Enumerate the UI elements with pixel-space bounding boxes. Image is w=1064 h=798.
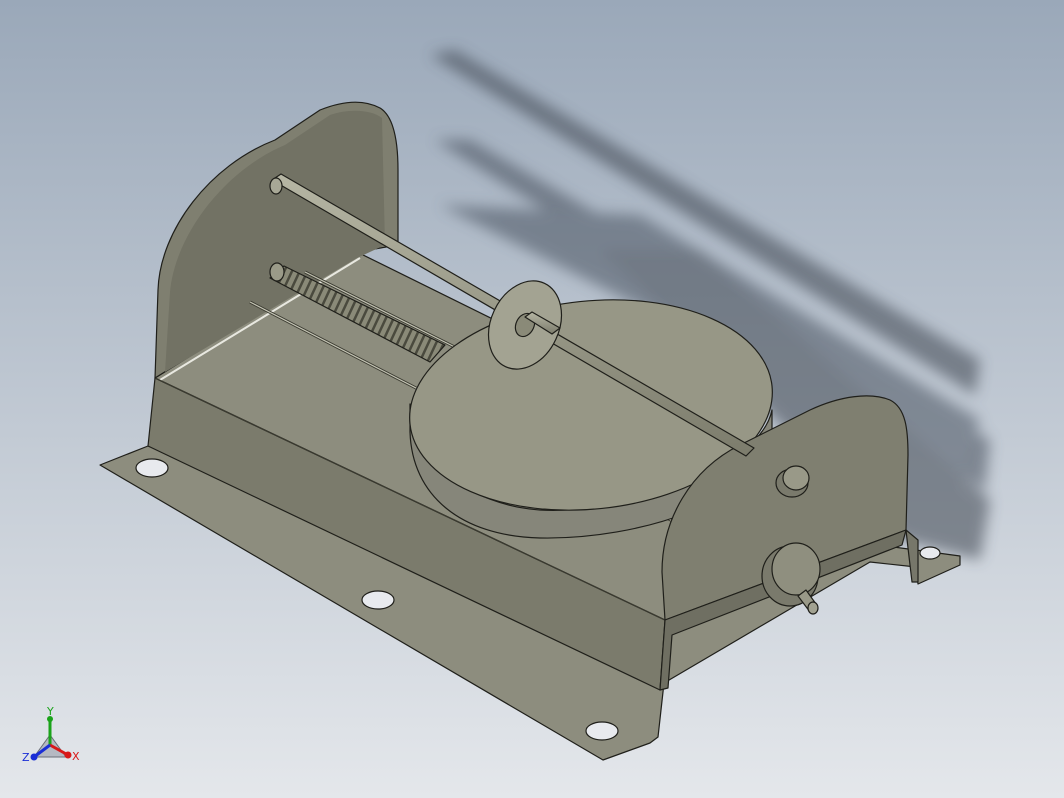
triad-z-label: Z [22, 751, 30, 764]
guide-rod-end [269, 177, 283, 195]
mount-hole-4 [919, 546, 941, 560]
lead-screw-end [269, 262, 285, 282]
mount-hole-2 [361, 590, 395, 610]
mount-hole-3 [585, 721, 619, 741]
triad-x-label: X [72, 750, 80, 763]
crank-hub[interactable] [771, 542, 821, 596]
knob[interactable] [782, 465, 810, 491]
graphics-viewport[interactable]: Y X Z [0, 0, 1064, 798]
mount-hole-1 [135, 458, 169, 478]
triad-y-label: Y [46, 705, 54, 718]
